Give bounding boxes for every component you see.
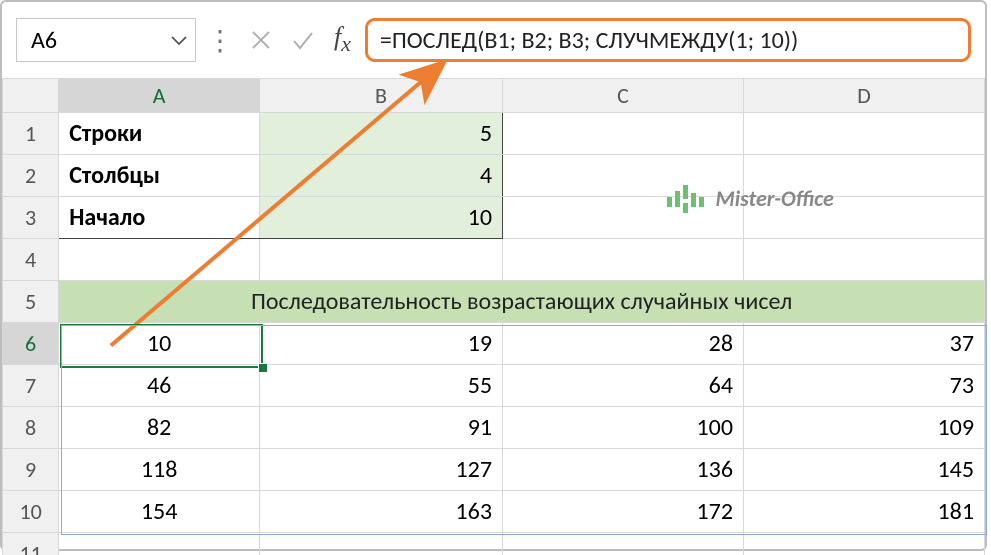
cell[interactable] (743, 113, 984, 155)
col-header-C[interactable]: C (503, 79, 744, 113)
cell-reference: A6 (31, 26, 57, 55)
cell[interactable]: 4 (260, 155, 503, 197)
cell[interactable]: 55 (260, 365, 503, 407)
formula-input[interactable]: =ПОСЛЕД(B1; B2; B3; СЛУЧМЕЖДУ(1; 10)) (365, 18, 971, 62)
row-header[interactable]: 9 (3, 449, 59, 491)
chevron-down-icon[interactable] (171, 28, 187, 52)
cell[interactable] (743, 239, 984, 281)
col-header-A[interactable]: A (59, 79, 260, 113)
row-header[interactable]: 8 (3, 407, 59, 449)
col-header-B[interactable]: B (260, 79, 503, 113)
cell[interactable] (260, 533, 503, 555)
enter-icon[interactable] (286, 20, 320, 60)
row-header[interactable]: 6 (3, 323, 59, 365)
row-header[interactable]: 10 (3, 491, 59, 533)
name-box[interactable]: A6 (16, 18, 196, 62)
cell[interactable]: 118 (59, 449, 260, 491)
cell[interactable]: 19 (260, 323, 503, 365)
cell[interactable]: 91 (260, 407, 503, 449)
cell[interactable] (59, 239, 260, 281)
cell[interactable]: 82 (59, 407, 260, 449)
cell[interactable]: Строки (59, 113, 260, 155)
cell[interactable]: 28 (503, 323, 744, 365)
cell[interactable]: 46 (59, 365, 260, 407)
logo-text: Mister-Office (715, 185, 833, 212)
cell[interactable] (743, 533, 984, 555)
cell[interactable] (59, 533, 260, 555)
spreadsheet-grid[interactable]: A B C D 1 Строки 5 2 Столбцы 4 (2, 78, 985, 549)
divider: ⋮ (204, 23, 236, 58)
cell[interactable]: 64 (503, 365, 744, 407)
cell[interactable]: 109 (743, 407, 984, 449)
cell[interactable]: 154 (59, 491, 260, 533)
row-header[interactable]: 5 (3, 281, 59, 323)
row-header[interactable]: 3 (3, 197, 59, 239)
cancel-icon[interactable] (244, 20, 278, 60)
cell[interactable]: 5 (260, 113, 503, 155)
col-header-D[interactable]: D (743, 79, 984, 113)
cell[interactable]: Столбцы (59, 155, 260, 197)
cell[interactable]: 136 (503, 449, 744, 491)
cell[interactable]: 181 (743, 491, 984, 533)
cell[interactable] (503, 113, 744, 155)
logo: Mister-Office (665, 185, 833, 213)
row-header[interactable]: 1 (3, 113, 59, 155)
cell[interactable]: 10 (59, 323, 260, 365)
cell[interactable]: 37 (743, 323, 984, 365)
cell[interactable]: 163 (260, 491, 503, 533)
cell[interactable]: 100 (503, 407, 744, 449)
cell[interactable]: 145 (743, 449, 984, 491)
cell[interactable] (503, 533, 744, 555)
cell[interactable]: Начало (59, 197, 260, 239)
cell[interactable]: 172 (503, 491, 744, 533)
formula-bar: A6 ⋮ fx =ПОСЛЕД(B1; B2; B3; СЛУЧМЕЖДУ(1;… (16, 16, 971, 64)
fill-handle[interactable] (258, 363, 268, 373)
formula-text: =ПОСЛЕД(B1; B2; B3; СЛУЧМЕЖДУ(1; 10)) (380, 26, 798, 55)
row-header[interactable]: 4 (3, 239, 59, 281)
fx-icon[interactable]: fx (328, 22, 357, 57)
cell[interactable]: 127 (260, 449, 503, 491)
cell[interactable]: 73 (743, 365, 984, 407)
row-header[interactable]: 2 (3, 155, 59, 197)
cell[interactable] (503, 239, 744, 281)
row-header[interactable]: 11 (3, 533, 59, 555)
cell[interactable]: 10 (260, 197, 503, 239)
section-header[interactable]: Последовательность возрастающих случайны… (59, 281, 985, 323)
row-header[interactable]: 7 (3, 365, 59, 407)
cell[interactable] (260, 239, 503, 281)
select-all-corner[interactable] (3, 79, 59, 113)
